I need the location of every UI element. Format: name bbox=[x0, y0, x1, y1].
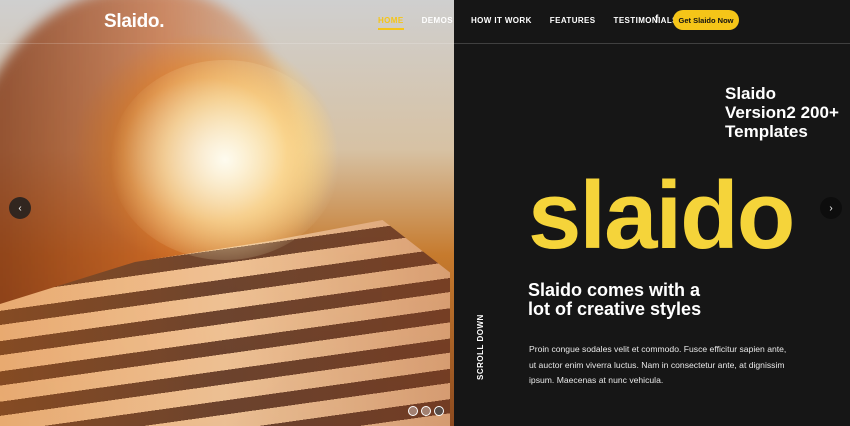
scroll-down-link[interactable]: SCROLL DOWN bbox=[476, 314, 485, 380]
logo[interactable]: Slaido. bbox=[104, 11, 165, 33]
nav-how-it-work[interactable]: HOW IT WORK bbox=[471, 16, 532, 25]
hero-headline: Slaido comes with a lot of creative styl… bbox=[528, 280, 702, 319]
slider-dots bbox=[408, 406, 444, 416]
hero-photo bbox=[0, 0, 454, 426]
nav-features[interactable]: FEATURES bbox=[550, 16, 596, 25]
nav-demos[interactable]: DEMOS bbox=[422, 16, 453, 25]
photo-sun-glow bbox=[110, 60, 340, 260]
next-slide-arrow-icon[interactable]: › bbox=[820, 197, 842, 219]
get-slaido-button[interactable]: Get Slaido Now bbox=[673, 10, 739, 30]
facebook-icon[interactable]: f bbox=[655, 14, 658, 25]
slide-dot-1[interactable] bbox=[408, 406, 418, 416]
main-nav: HOME DEMOS HOW IT WORK FEATURES TESTIMON… bbox=[378, 16, 696, 30]
slide-dot-2[interactable] bbox=[421, 406, 431, 416]
site-header: Slaido. HOME DEMOS HOW IT WORK FEATURES … bbox=[0, 0, 850, 44]
big-brand-word: slaido bbox=[528, 162, 795, 269]
prev-slide-arrow-icon[interactable]: ‹ bbox=[9, 197, 31, 219]
nav-testimonials[interactable]: TESTIMONIALS bbox=[614, 16, 678, 25]
hero-paragraph: Proin congue sodales velit et commodo. F… bbox=[529, 344, 787, 385]
slide-dot-3[interactable] bbox=[434, 406, 444, 416]
side-title: Slaido Version2 200+ Templates bbox=[725, 84, 839, 141]
nav-home[interactable]: HOME bbox=[378, 16, 404, 30]
